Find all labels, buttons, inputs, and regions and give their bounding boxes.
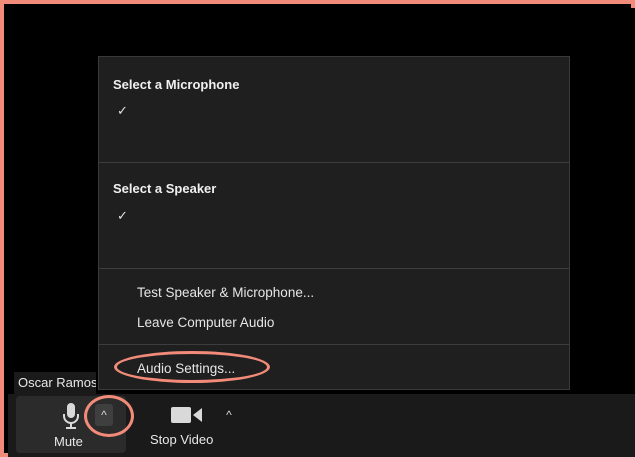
speaker-checkmark-icon[interactable]: ✓ — [117, 208, 128, 224]
test-speaker-microphone-item[interactable]: Test Speaker & Microphone... — [137, 285, 314, 300]
menu-divider — [99, 162, 569, 163]
audio-settings-item[interactable]: Audio Settings... — [137, 361, 235, 376]
microphone-icon — [63, 403, 79, 429]
audio-options-menu: Select a Microphone ✓ Select a Speaker ✓… — [98, 56, 570, 390]
audio-options-caret-icon[interactable]: ^ — [95, 404, 113, 426]
stop-video-button[interactable]: Stop Video — [150, 432, 213, 447]
video-camera-icon[interactable] — [171, 406, 203, 424]
participant-name-label: Oscar Ramos — [14, 372, 96, 394]
leave-computer-audio-item[interactable]: Leave Computer Audio — [137, 315, 274, 330]
select-microphone-heading: Select a Microphone — [113, 77, 240, 92]
mute-label: Mute — [54, 434, 83, 449]
zoom-window: Select a Microphone ✓ Select a Speaker ✓… — [0, 0, 635, 457]
video-options-caret-icon[interactable]: ^ — [220, 404, 238, 426]
select-speaker-heading: Select a Speaker — [113, 181, 217, 196]
meeting-toolbar: Mute ^ ^ Stop Video — [8, 394, 635, 457]
menu-divider — [99, 268, 569, 269]
microphone-checkmark-icon[interactable]: ✓ — [117, 103, 128, 119]
menu-divider — [99, 344, 569, 345]
